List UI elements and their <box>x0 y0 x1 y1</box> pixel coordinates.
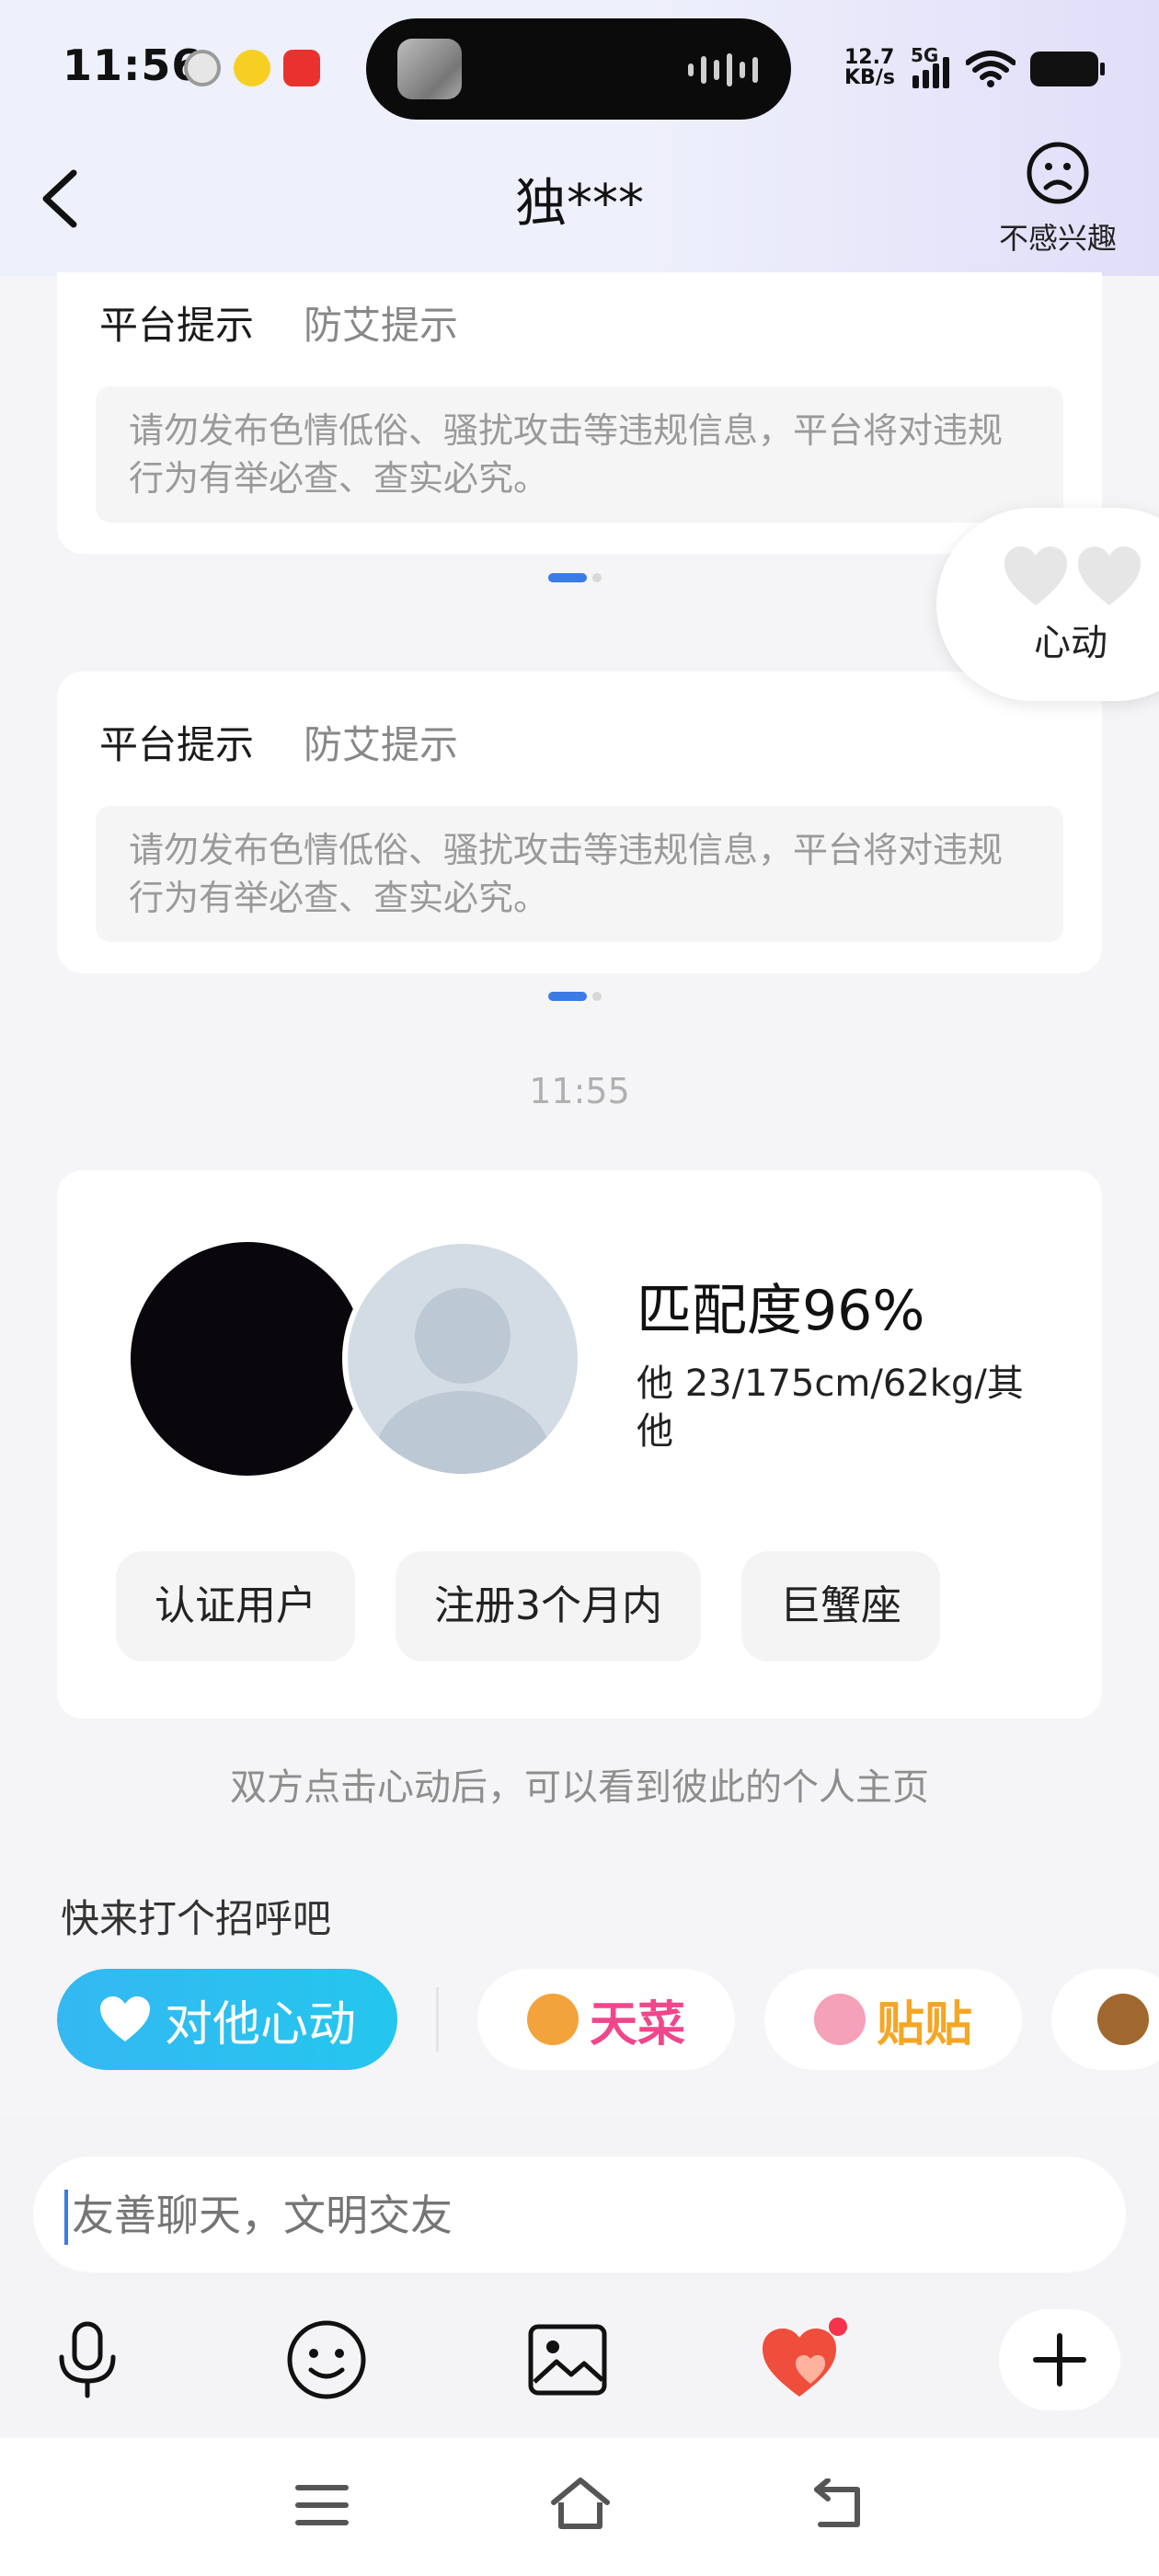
image-icon <box>528 2324 607 2396</box>
mutual-hint: 双方点击心动后，可以看到彼此的个人主页 <box>230 1766 929 1809</box>
send-heart-button[interactable]: 对他心动 <box>57 1969 397 2070</box>
carousel-indicator <box>548 992 602 1001</box>
audio-wave-icon <box>688 53 758 86</box>
partner-avatar[interactable] <box>342 1238 583 1479</box>
home-icon[interactable] <box>548 2475 613 2532</box>
double-heart-icon <box>1004 546 1141 605</box>
heart-icon <box>99 1996 150 2041</box>
menu-icon[interactable] <box>294 2482 350 2528</box>
status-right-icons: 5G <box>911 44 1105 88</box>
emoji-button[interactable] <box>276 2309 377 2410</box>
bear-emoji-icon <box>1097 1994 1149 2045</box>
carousel-indicator <box>548 573 602 582</box>
partner-info: 他 23/175cm/62kg/其他 <box>637 1363 1024 1453</box>
tag-verified: 认证用户 <box>116 1551 355 1662</box>
back-icon[interactable] <box>809 2478 866 2532</box>
my-avatar[interactable] <box>131 1242 364 1476</box>
battery-icon <box>1030 52 1105 86</box>
composer-toolbar <box>0 2309 1159 2410</box>
sticker-bear[interactable] <box>1051 1969 1159 2070</box>
message-input-bar[interactable] <box>33 2156 1126 2274</box>
notice-tabs: 平台提示 防艾提示 <box>99 714 458 770</box>
indicator-active <box>548 573 587 582</box>
notice-card: 平台提示 防艾提示 请勿发布色情低俗、骚扰攻击等违规信息，平台将对违规行为有举必… <box>57 272 1102 554</box>
emoji-icon <box>287 2320 366 2399</box>
tab-aids-notice[interactable]: 防艾提示 <box>304 714 458 770</box>
send-heart-label: 对他心动 <box>164 1996 356 2053</box>
tag-zodiac: 巨蟹座 <box>741 1551 940 1662</box>
message-timestamp: 11:55 <box>529 1071 630 1111</box>
music-app-icon <box>234 50 270 86</box>
not-interested-label: 不感兴趣 <box>998 221 1117 256</box>
dynamic-island[interactable] <box>366 18 791 120</box>
greet-title: 快来打个招呼吧 <box>61 1896 332 1941</box>
indicator-dot <box>592 992 602 1001</box>
tab-platform-notice[interactable]: 平台提示 <box>99 714 254 770</box>
sticker-tiancai[interactable]: 天菜 <box>477 1969 735 2070</box>
cellular-signal-icon: 5G <box>911 44 951 88</box>
tag-list: 认证用户 注册3个月内 巨蟹座 <box>116 1551 940 1662</box>
sticker-tiancai-label: 天菜 <box>589 1996 685 2053</box>
sticker-tietie[interactable]: 贴贴 <box>764 1969 1022 2070</box>
sad-face-icon <box>1027 142 1089 204</box>
image-button[interactable] <box>517 2309 618 2410</box>
not-interested-button[interactable]: 不感兴趣 <box>984 140 1131 258</box>
tag-registered: 注册3个月内 <box>396 1551 701 1662</box>
heart-gift-button[interactable] <box>754 2309 855 2410</box>
system-navbar <box>0 2438 1159 2576</box>
match-score: 匹配度96% <box>637 1279 925 1343</box>
heartbeat-float-button[interactable]: 心动 <box>936 508 1159 701</box>
pig-emoji-icon <box>813 1994 866 2045</box>
notice-text: 请勿发布色情低俗、骚扰攻击等违规信息，平台将对违规行为有举必查、查实必究。 <box>96 806 1063 942</box>
status-time: 11:56 <box>63 40 202 90</box>
tab-platform-notice[interactable]: 平台提示 <box>99 294 254 351</box>
divider <box>436 1987 439 2052</box>
voice-button[interactable] <box>37 2309 138 2410</box>
settings-app-icon <box>184 50 221 86</box>
sticker-tietie-label: 贴贴 <box>876 1996 972 2053</box>
more-button[interactable] <box>999 2309 1120 2410</box>
status-app-icons <box>184 50 320 86</box>
notice-tabs: 平台提示 防艾提示 <box>99 294 458 351</box>
notice-card: 平台提示 防艾提示 请勿发布色情低俗、骚扰攻击等违规信息，平台将对违规行为有举必… <box>57 672 1102 973</box>
wifi-icon <box>966 51 1016 87</box>
message-input[interactable] <box>70 2156 1085 2274</box>
indicator-active <box>548 992 587 1001</box>
heart-gift-icon <box>763 2317 847 2397</box>
tab-aids-notice[interactable]: 防艾提示 <box>304 294 458 351</box>
microphone-icon <box>59 2321 116 2398</box>
network-speed: 12.7 KB/s <box>844 46 895 89</box>
heartbeat-label: 心动 <box>1034 622 1107 664</box>
notice-text: 请勿发布色情低俗、骚扰攻击等违规信息，平台将对违规行为有举必查、查实必究。 <box>96 386 1063 523</box>
dog-emoji-icon <box>526 1994 579 2045</box>
blurred-person-icon <box>375 1288 550 1474</box>
media-thumbnail <box>397 39 462 99</box>
video-app-icon <box>283 50 320 86</box>
indicator-dot <box>592 573 602 582</box>
text-caret <box>64 2190 68 2245</box>
plus-icon <box>1033 2333 1086 2386</box>
greeting-row: 对他心动 天菜 贴贴 <box>57 1969 1159 2070</box>
